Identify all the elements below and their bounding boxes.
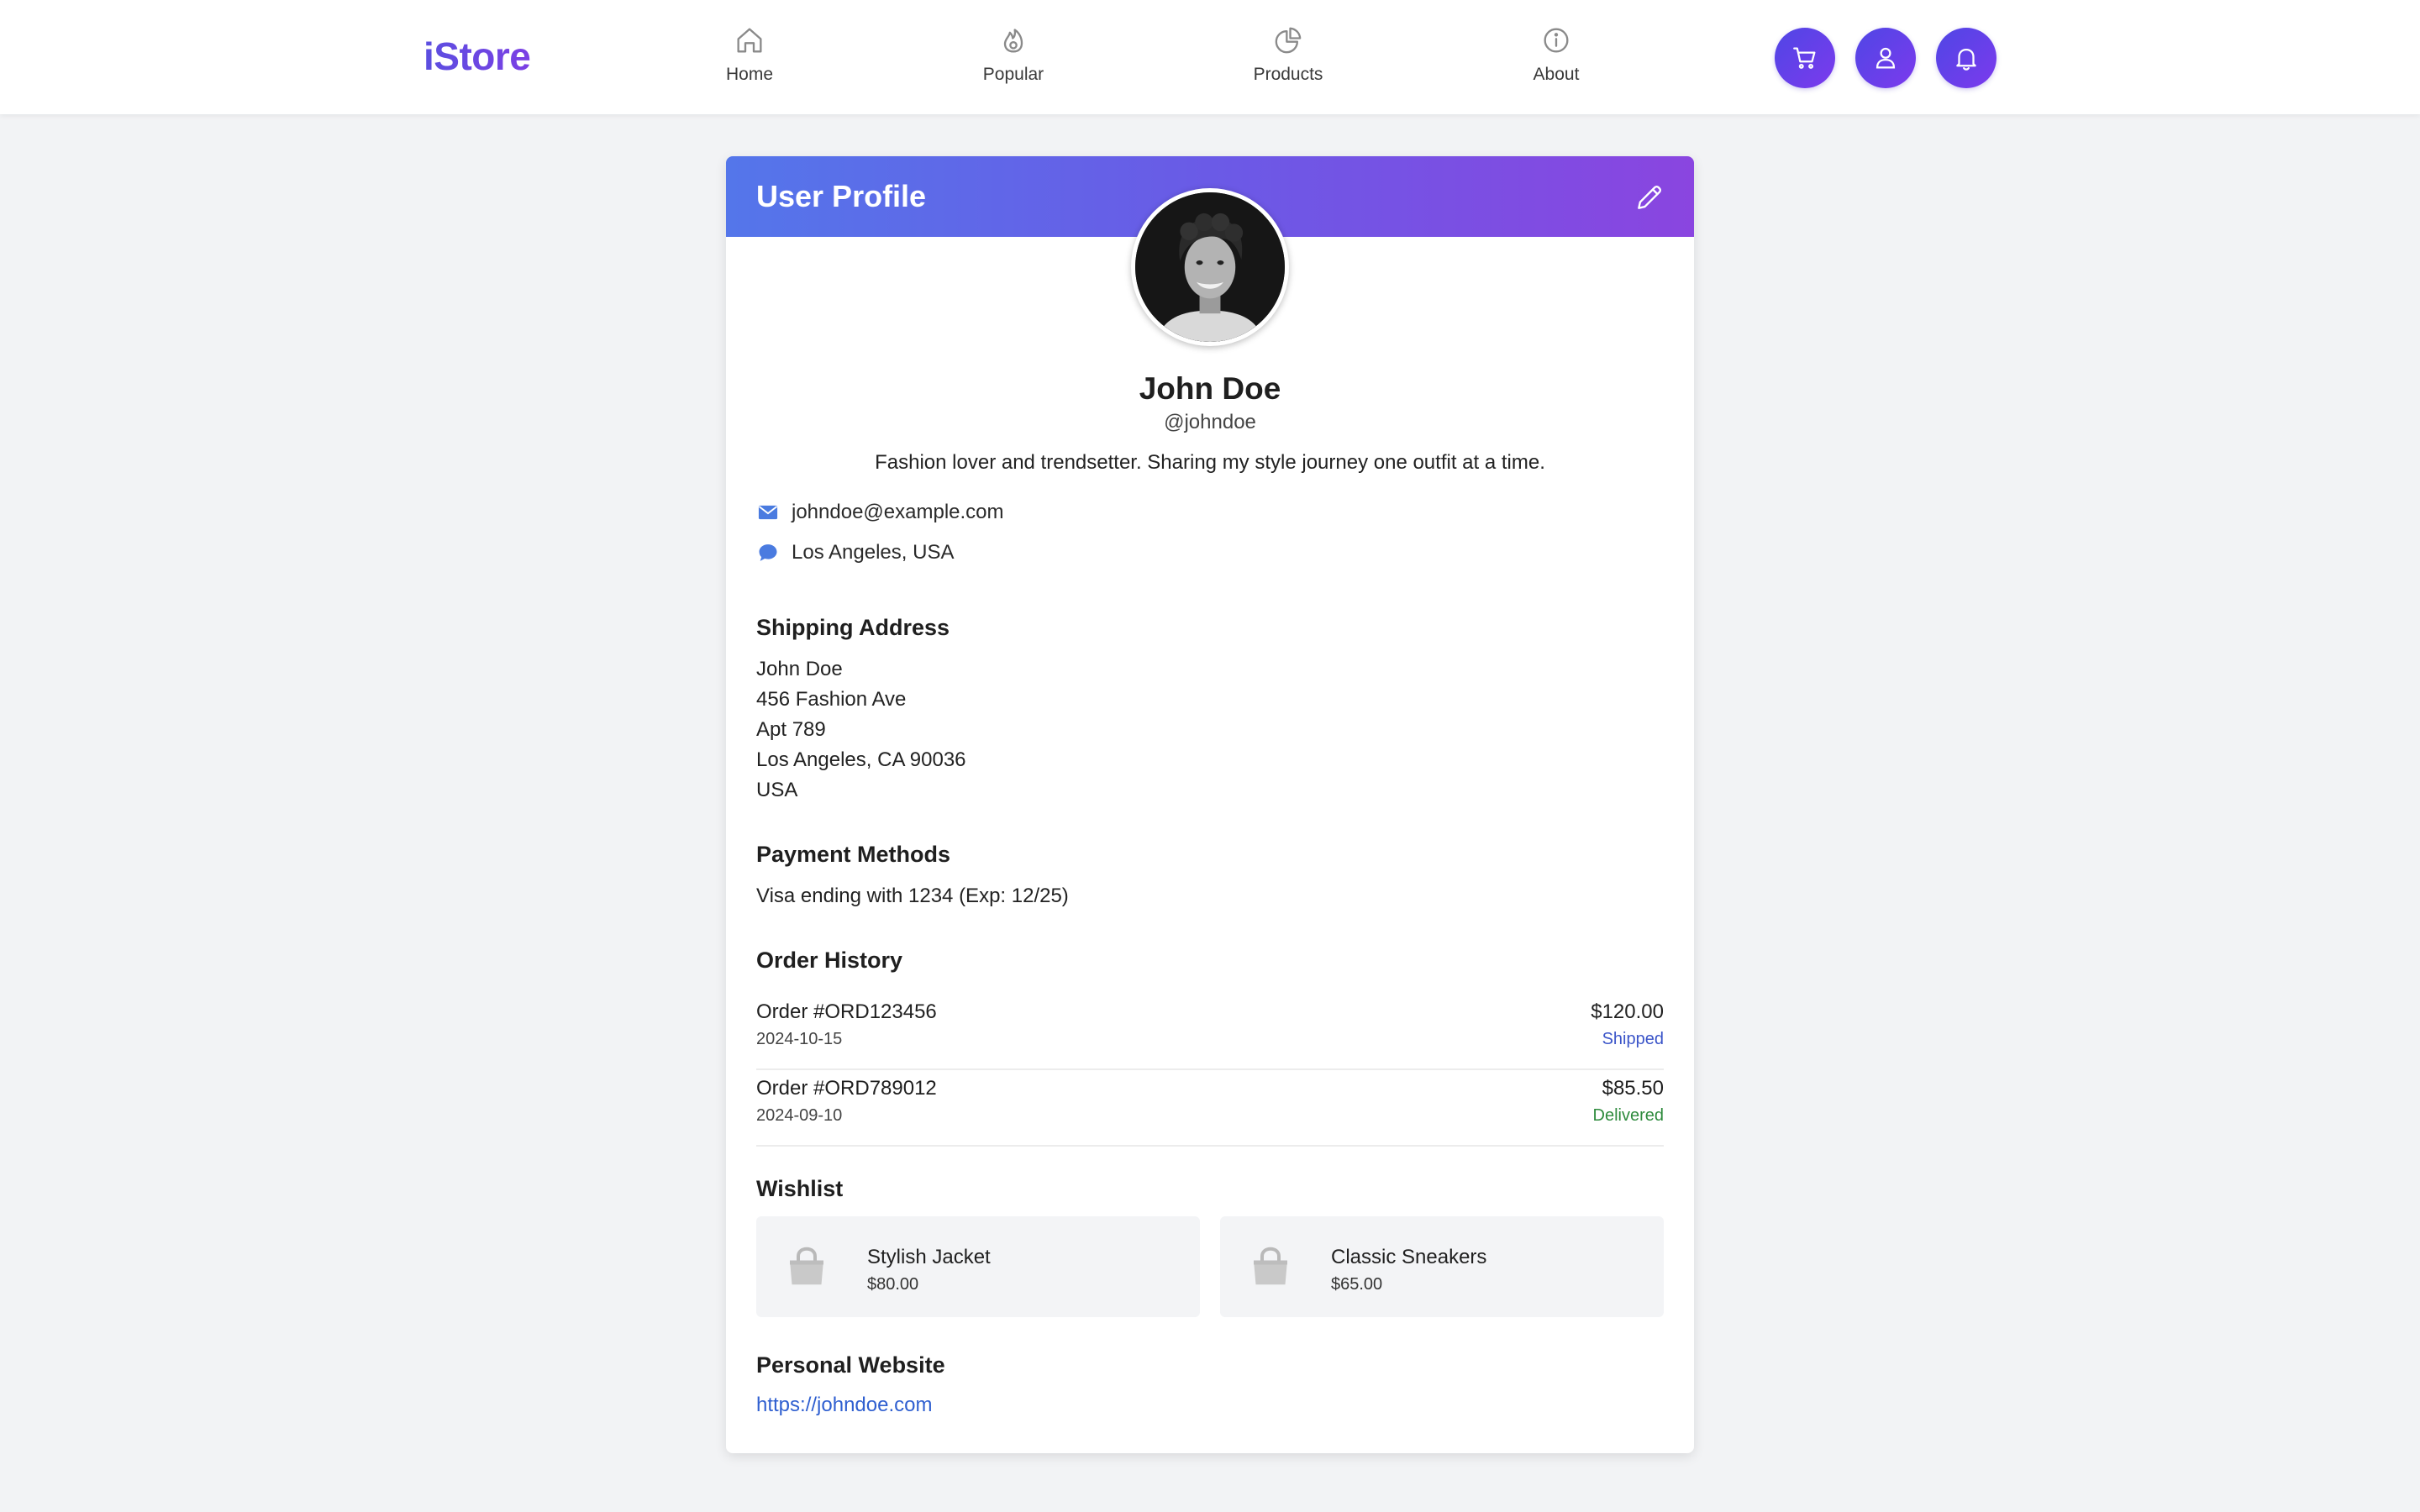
personal-website-link[interactable]: https://johndoe.com [756, 1393, 932, 1418]
user-name: John Doe [1139, 371, 1281, 406]
payment-section-title: Payment Methods [756, 842, 951, 867]
user-bio: Fashion lover and trendsetter. Sharing m… [875, 451, 1545, 474]
pencil-icon[interactable] [1634, 181, 1665, 213]
order-status: Shipped [1602, 1030, 1664, 1048]
wishlist-item-name: Stylish Jacket [867, 1246, 991, 1268]
info-icon [1544, 28, 1569, 53]
wishlist-item-price: $80.00 [867, 1275, 919, 1294]
email-text: johndoe@example.com [792, 501, 1004, 523]
nav-label-home: Home [725, 65, 774, 84]
user-icon [1876, 47, 1896, 69]
nav-label-popular: Popular [982, 65, 1044, 84]
pie-chart-icon [1275, 27, 1302, 54]
nav-label-about: About [1533, 65, 1580, 84]
user-handle: @johndoe [1164, 411, 1256, 433]
cart-button[interactable] [1775, 28, 1835, 88]
store-logo[interactable]: iStore [424, 30, 531, 82]
envelope-icon [758, 505, 778, 520]
shipping-line: USA [756, 779, 798, 801]
shipping-line: Apt 789 [756, 718, 826, 741]
order-amount: $85.50 [1602, 1077, 1664, 1100]
shopping-bag-icon [1254, 1247, 1287, 1285]
avatar-photo [1135, 192, 1285, 342]
cart-icon [1793, 47, 1816, 69]
nav-item-home[interactable]: Home [674, 24, 825, 91]
account-button[interactable] [1855, 28, 1916, 88]
chat-bubble-icon [759, 544, 777, 561]
wishlist-item-price: $65.00 [1331, 1275, 1383, 1294]
flame-icon [1003, 29, 1023, 53]
order-id: Order #ORD123456 [756, 1000, 937, 1023]
nav-item-popular[interactable]: Popular [938, 24, 1089, 91]
nav-item-products[interactable]: Products [1213, 24, 1364, 91]
shipping-line: 456 Fashion Ave [756, 688, 907, 711]
order-id: Order #ORD789012 [756, 1077, 937, 1100]
website-section-title: Personal Website [756, 1352, 945, 1378]
notifications-button[interactable] [1936, 28, 1996, 88]
wishlist-item[interactable]: Classic Sneakers $65.00 [1220, 1216, 1664, 1317]
shipping-line: John Doe [756, 658, 843, 680]
location-text: Los Angeles, USA [792, 541, 955, 564]
shopping-bag-icon [790, 1247, 823, 1285]
order-date: 2024-09-10 [756, 1106, 843, 1125]
order-status: Delivered [1592, 1106, 1664, 1125]
email-row: johndoe@example.com [756, 499, 1004, 526]
wishlist-item-name: Classic Sneakers [1331, 1246, 1487, 1268]
wishlist-section-title: Wishlist [756, 1176, 844, 1201]
nav-label-products: Products [1253, 65, 1323, 84]
bell-icon [1956, 48, 1976, 71]
shipping-section-title: Shipping Address [756, 615, 950, 640]
avatar[interactable] [1131, 188, 1289, 346]
profile-card: User Profile John Doe @johndoe Fashion l… [726, 156, 1694, 1453]
location-row: Los Angeles, USA [756, 539, 954, 566]
order-date: 2024-10-15 [756, 1030, 843, 1048]
order-amount: $120.00 [1591, 1000, 1664, 1023]
orders-section-title: Order History [756, 948, 903, 973]
wishlist-item[interactable]: Stylish Jacket $80.00 [756, 1216, 1200, 1317]
order-row[interactable]: Order #ORD789012 2024-09-10 $85.50 Deliv… [756, 1071, 1664, 1147]
home-icon [737, 28, 762, 53]
order-row[interactable]: Order #ORD123456 2024-10-15 $120.00 Ship… [756, 995, 1664, 1070]
page-title: User Profile [756, 179, 927, 213]
top-navigation-bar: iStore Home Popular Products About [0, 0, 2420, 114]
payment-method: Visa ending with 1234 (Exp: 12/25) [756, 885, 1069, 907]
shipping-line: Los Angeles, CA 90036 [756, 748, 966, 771]
nav-item-about[interactable]: About [1481, 24, 1632, 91]
